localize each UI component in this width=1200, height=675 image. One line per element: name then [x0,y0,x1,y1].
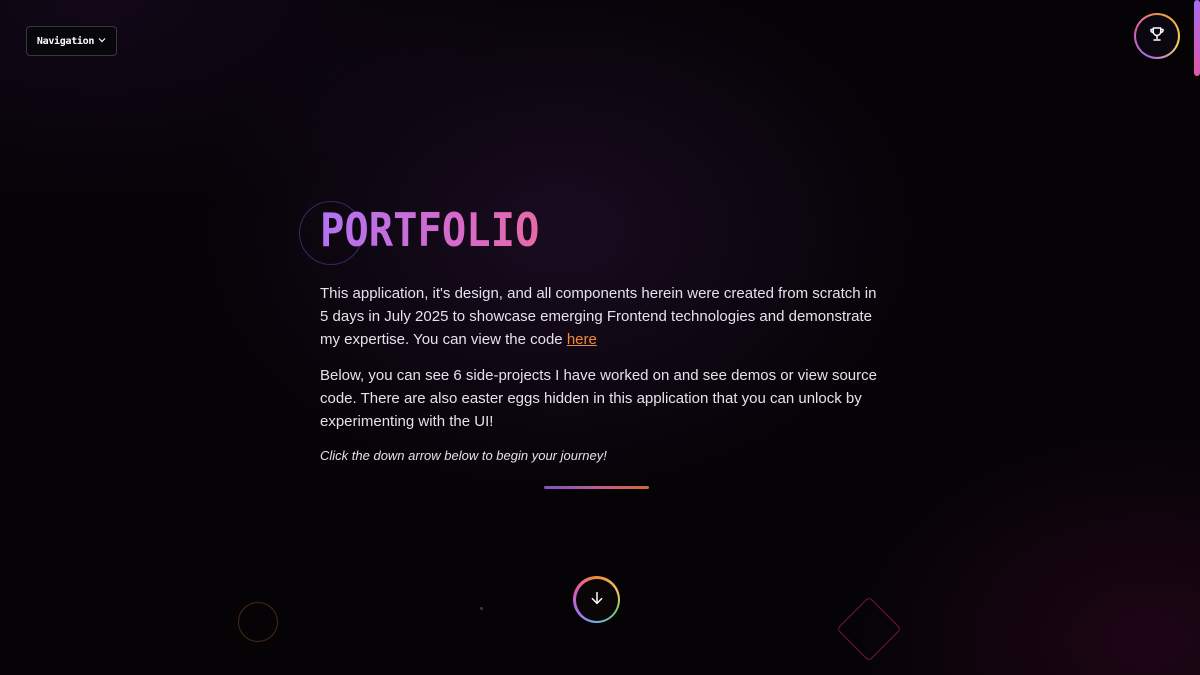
page-title: PORTFOLIO [320,203,540,257]
journey-hint: Click the down arrow below to begin your… [320,448,607,463]
intro-paragraph: This application, it's design, and all c… [320,282,880,351]
achievements-button[interactable] [1134,13,1180,59]
scroll-down-button[interactable] [573,576,620,623]
page: Navigation PORTFOLIO This application, i… [0,0,1200,675]
chevron-down-icon [98,37,106,46]
source-code-link[interactable]: here [567,331,597,348]
scroll-down-button-inner [575,578,618,621]
gradient-divider [544,486,649,489]
projects-paragraph: Below, you can see 6 side-projects I hav… [320,367,877,430]
decorative-dot [480,607,483,610]
achievements-button-inner [1136,15,1178,57]
decorative-diamond [836,596,902,662]
arrow-down-icon [589,590,605,610]
navigation-label: Navigation [36,35,95,47]
trophy-icon [1148,25,1166,47]
navigation-menu-button[interactable]: Navigation [26,26,117,56]
page-scrollbar[interactable] [1194,0,1200,76]
decorative-circle [238,602,278,642]
intro-text: This application, it's design, and all c… [320,285,877,348]
